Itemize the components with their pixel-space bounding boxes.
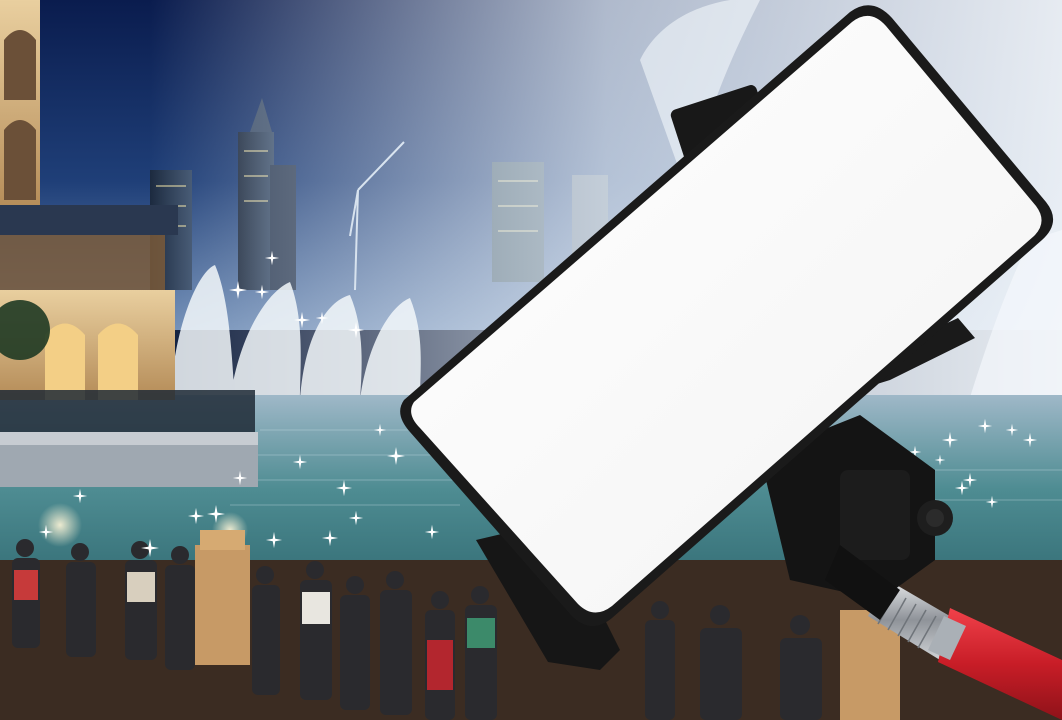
scene-illustration	[0, 0, 1062, 720]
selfie-stick-product-photo	[0, 0, 1062, 720]
